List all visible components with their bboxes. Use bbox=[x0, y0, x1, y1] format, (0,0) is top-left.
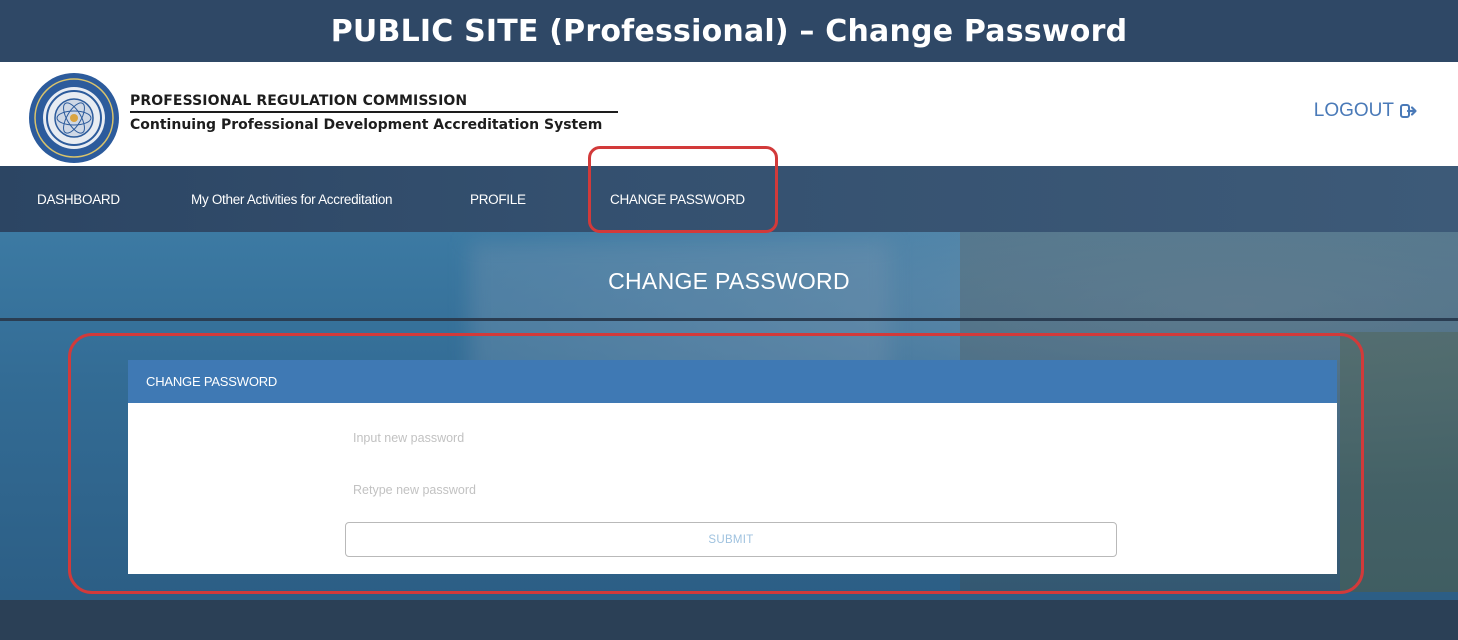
prc-seal-logo bbox=[29, 73, 119, 163]
org-subtitle: Continuing Professional Development Accr… bbox=[130, 117, 603, 133]
change-password-nav-highlight bbox=[588, 146, 778, 233]
org-title-block: PROFESSIONAL REGULATION COMMISSION Conti… bbox=[130, 93, 618, 133]
hero-title: CHANGE PASSWORD bbox=[608, 268, 850, 294]
nav-item-other-activities[interactable]: My Other Activities for Accreditation bbox=[191, 166, 393, 232]
logout-label: LOGOUT bbox=[1313, 100, 1394, 121]
top-banner: PUBLIC SITE (Professional) – Change Pass… bbox=[0, 0, 1458, 62]
footer-bar bbox=[0, 600, 1458, 640]
org-name: PROFESSIONAL REGULATION COMMISSION bbox=[130, 93, 618, 113]
sign-out-icon bbox=[1400, 104, 1417, 118]
nav-item-dashboard[interactable]: DASHBOARD bbox=[37, 166, 120, 232]
hero-divider bbox=[0, 318, 1458, 321]
page: PUBLIC SITE (Professional) – Change Pass… bbox=[0, 0, 1458, 640]
banner-title: PUBLIC SITE (Professional) – Change Pass… bbox=[330, 13, 1128, 49]
form-highlight bbox=[68, 333, 1364, 594]
nav-item-profile[interactable]: PROFILE bbox=[470, 166, 526, 232]
logout-link[interactable]: LOGOUT bbox=[1314, 100, 1418, 122]
